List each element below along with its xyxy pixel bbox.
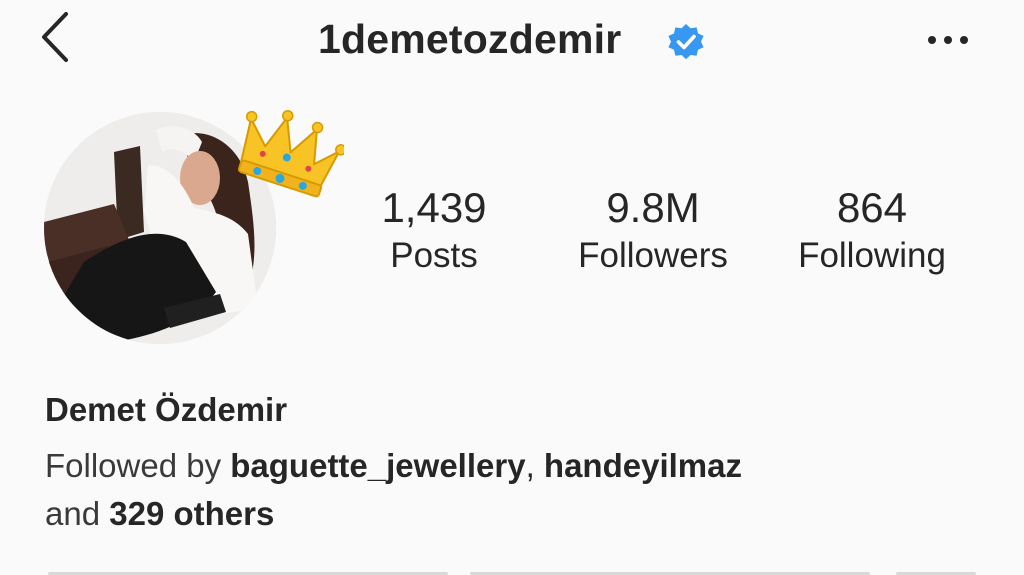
following-count: 864 — [836, 184, 908, 231]
posts-stat[interactable]: 1,439 Posts — [352, 182, 516, 278]
posts-label: Posts — [390, 236, 478, 275]
and-text: and — [45, 495, 101, 532]
button-row-edge — [0, 570, 1024, 575]
profile-full-name: Demet Özdemir — [45, 391, 288, 428]
back-button[interactable] — [28, 8, 84, 64]
posts-count: 1,439 — [381, 184, 487, 231]
crown-icon — [237, 109, 344, 198]
followed-by-prefix: Followed by — [45, 447, 222, 484]
others-count-link[interactable]: 329 others — [109, 495, 274, 532]
more-options-button[interactable] — [918, 20, 982, 60]
following-stat[interactable]: 864 Following — [780, 182, 964, 278]
profile-username: 1demetozdemir — [318, 16, 622, 62]
verified-badge-icon — [668, 24, 704, 60]
more-horizontal-icon — [928, 36, 968, 44]
followed-by-text[interactable]: Followed by baguette_jewellery, handeyil… — [45, 442, 985, 538]
followers-count: 9.8M — [606, 184, 700, 231]
followers-label: Followers — [578, 236, 728, 275]
chevron-left-icon — [42, 12, 68, 62]
following-label: Following — [798, 236, 946, 275]
followers-stat[interactable]: 9.8M Followers — [560, 182, 746, 278]
profile-screen: 1demetozdemir 1,439 Posts 9.8M Followers… — [0, 0, 1024, 575]
profile-avatar-area[interactable] — [44, 109, 344, 348]
mutual-follower-link[interactable]: baguette_jewellery — [230, 447, 525, 484]
follower-separator: , — [525, 447, 535, 484]
mutual-follower-link[interactable]: handeyilmaz — [544, 447, 742, 484]
